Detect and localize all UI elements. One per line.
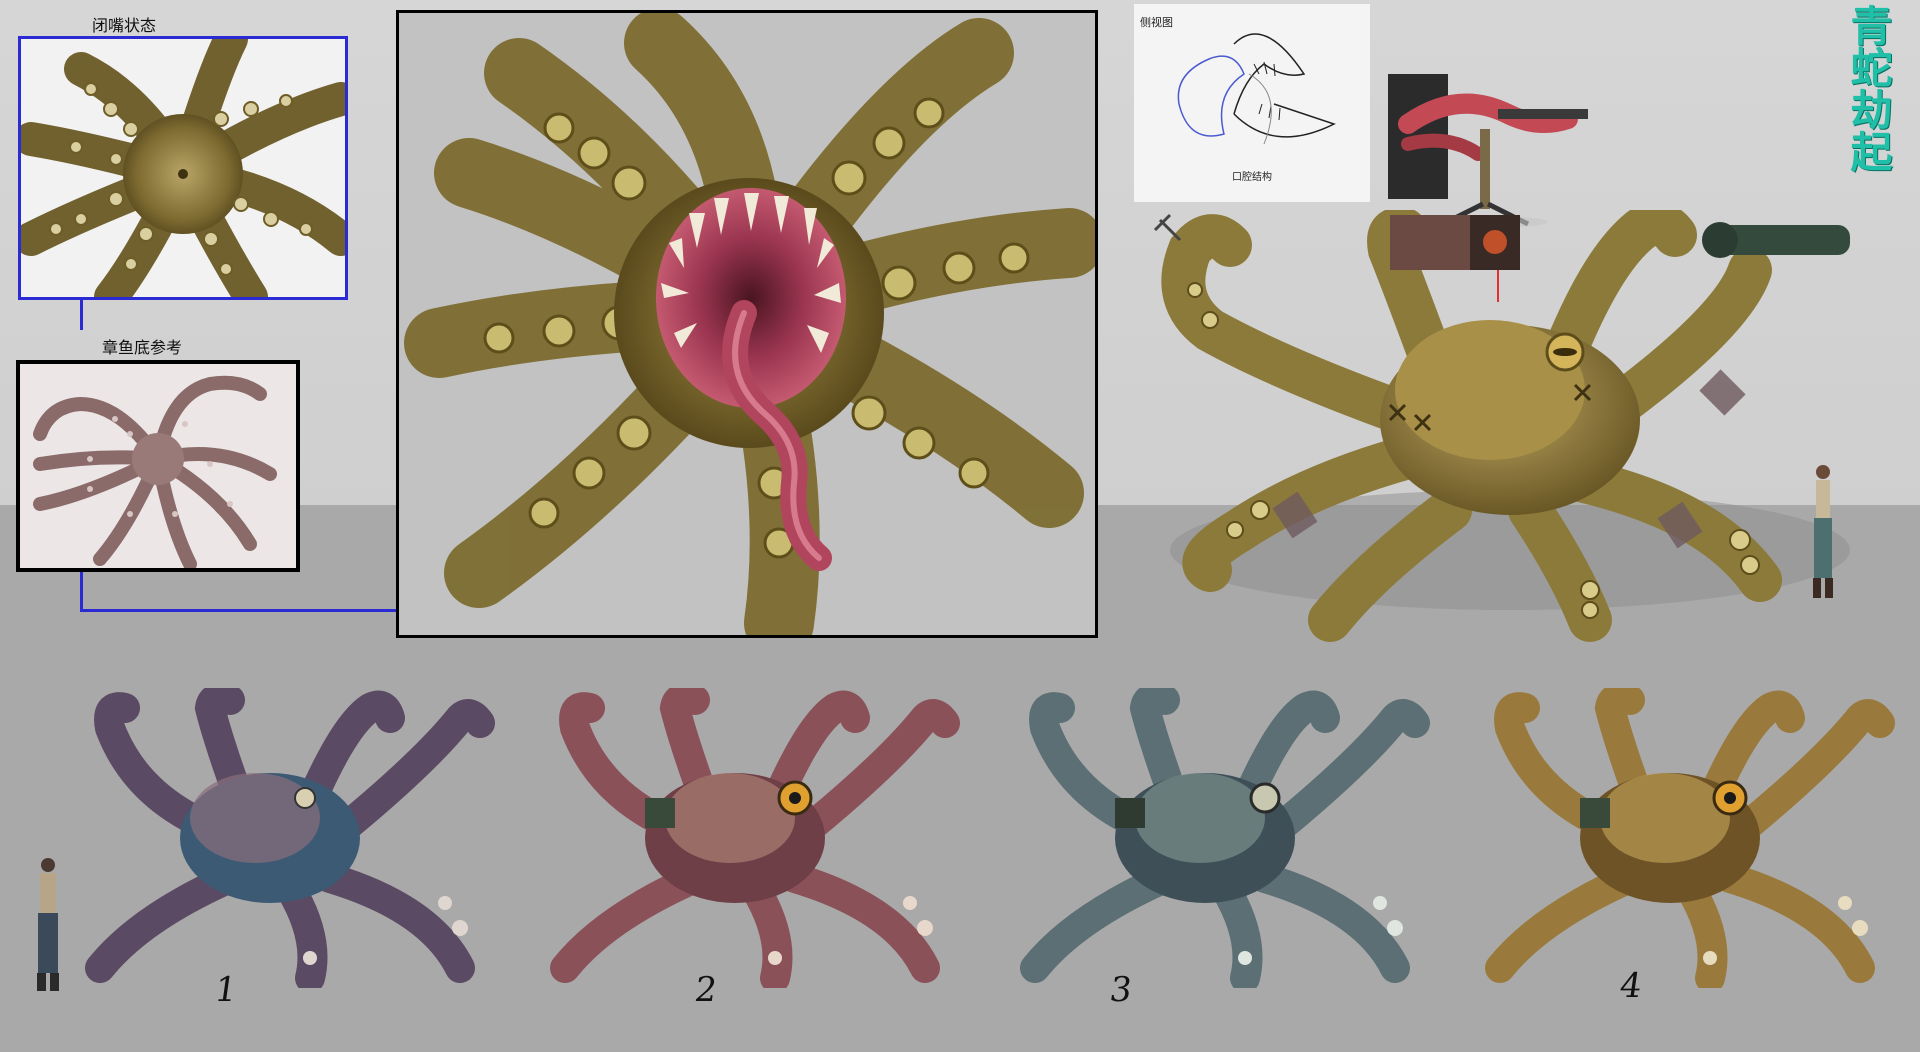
variant-2: 2 bbox=[505, 682, 965, 1018]
logo: 青蛇劫起 bbox=[1844, 4, 1893, 172]
open-mouth-painting bbox=[396, 10, 1098, 638]
octopus-bottom-ref-label: 章鱼底参考 bbox=[102, 338, 183, 357]
variant-1: 1 bbox=[40, 682, 510, 1018]
main-octopus-concept bbox=[1150, 201, 1870, 650]
variant-4: 4 bbox=[1440, 682, 1910, 1018]
human-scale-figure bbox=[1808, 462, 1838, 602]
connector-line bbox=[80, 572, 83, 612]
octopus-bottom-ref-panel bbox=[16, 360, 300, 572]
octopus-photo-image bbox=[20, 364, 296, 568]
variant-number: 2 bbox=[692, 970, 720, 1010]
closed-mouth-panel bbox=[18, 36, 348, 300]
variant-3: 3 bbox=[975, 682, 1435, 1018]
connector-line bbox=[80, 300, 83, 330]
mouth-structure-label: 口腔结构 bbox=[1232, 172, 1272, 183]
variant-number: 1 bbox=[212, 970, 240, 1010]
closed-mouth-octopus-image bbox=[21, 39, 345, 297]
turret-reference-image bbox=[1388, 74, 1598, 230]
closed-mouth-label: 闭嘴状态 bbox=[92, 16, 157, 35]
variant-number: 3 bbox=[1107, 970, 1135, 1010]
variant-number: 4 bbox=[1617, 966, 1645, 1006]
connector-line bbox=[80, 609, 398, 612]
human-scale-figure bbox=[28, 855, 68, 995]
open-mouth-octopus-image bbox=[399, 13, 1095, 635]
side-view-sketch-card: 侧视图 口腔结构 bbox=[1134, 4, 1370, 202]
